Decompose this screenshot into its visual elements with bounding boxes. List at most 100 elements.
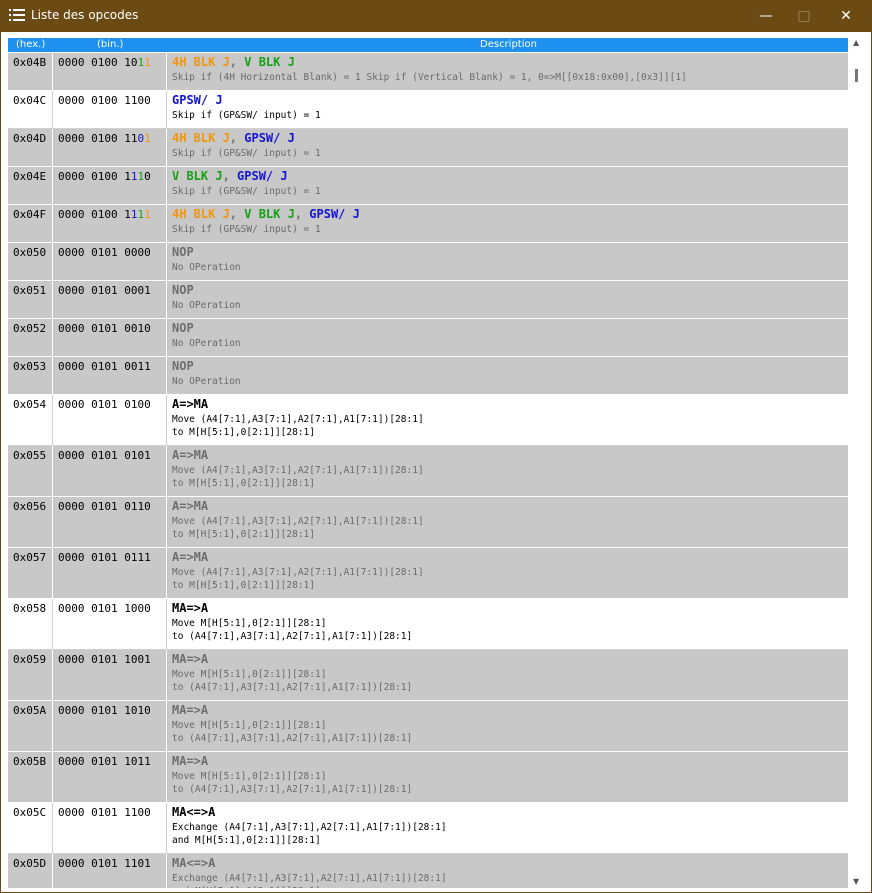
opcode-table[interactable]: (hex.) (bin.) Description 0x04B 0000 0100… xyxy=(8,38,848,888)
table-row[interactable]: 0x051 0000 0101 0001 NOP No OPeration xyxy=(8,281,848,319)
bin-cell: 0000 0101 0011 xyxy=(53,357,167,394)
table-row[interactable]: 0x04F 0000 0100 1111 4H BLK J, V BLK J, GP… xyxy=(8,205,848,243)
description-line: to (A4[7:1],A3[7:1],A2[7:1],A1[7:1])[28:… xyxy=(172,631,413,642)
table-row[interactable]: 0x05D 0000 0101 1101 MA<=>A Exchange (A4[7:… xyxy=(8,854,848,888)
bin-code: 0000 0100 1111 xyxy=(58,208,151,221)
mnemonic: MA=>A xyxy=(172,652,208,666)
description-line: to M[H[5:1],0[2:1]][28:1] xyxy=(172,580,315,591)
description-cell: A=>MA Move (A4[7:1],A3[7:1],A2[7:1],A1[7:… xyxy=(167,497,848,547)
description-cell: NOP No OPeration xyxy=(167,357,848,394)
table-row[interactable]: 0x05A 0000 0101 1010 MA=>A Move M[H[5:1],0[… xyxy=(8,701,848,752)
hex-cell: 0x050 xyxy=(8,243,53,280)
bin-code: 0000 0101 0100 xyxy=(58,398,151,411)
table-row[interactable]: 0x05B 0000 0101 1011 MA=>A Move M[H[5:1],0[… xyxy=(8,752,848,803)
bin-code: 0000 0101 0010 xyxy=(58,322,151,335)
description-line: and M[H[5:1],0[2:1]][28:1] xyxy=(172,835,321,846)
hex-cell: 0x04E xyxy=(8,167,53,204)
table-header: (hex.) (bin.) Description xyxy=(8,38,848,52)
bin-cell: 0000 0101 0110 xyxy=(53,497,167,547)
table-row[interactable]: 0x056 0000 0101 0110 A=>MA Move (A4[7:1],A3… xyxy=(8,497,848,548)
hex-code: 0x05C xyxy=(13,806,47,819)
bin-code: 0000 0101 1011 xyxy=(58,755,151,768)
hex-cell: 0x04C xyxy=(8,91,53,128)
mnemonic-part: , xyxy=(294,207,310,221)
description-line: Skip if (GP&SW/ input) = 1 xyxy=(172,110,321,121)
description-cell: NOP No OPeration xyxy=(167,319,848,356)
table-row[interactable]: 0x055 0000 0101 0101 A=>MA Move (A4[7:1],A3… xyxy=(8,446,848,497)
maximize-button[interactable]: □ xyxy=(781,0,827,32)
table-row[interactable]: 0x058 0000 0101 1000 MA=>A Move M[H[5:1],0[… xyxy=(8,599,848,650)
close-button[interactable]: ✕ xyxy=(823,0,869,32)
mnemonic-part: A=>MA xyxy=(172,499,209,513)
mnemonic-part: GPSW/ J xyxy=(244,131,295,145)
bin-cell: 0000 0100 1110 xyxy=(53,167,167,204)
hex-code: 0x055 xyxy=(13,449,47,462)
mnemonic-part: 4H BLK J xyxy=(172,131,230,145)
table-row[interactable]: 0x052 0000 0101 0010 NOP No OPeration xyxy=(8,319,848,357)
table-row[interactable]: 0x054 0000 0101 0100 A=>MA Move (A4[7:1],A3… xyxy=(8,395,848,446)
description-line: to M[H[5:1],0[2:1]][28:1] xyxy=(172,529,315,540)
column-header-hex[interactable]: (hex.) xyxy=(16,39,45,50)
mnemonic: NOP xyxy=(172,359,194,373)
mnemonic-part: , xyxy=(229,55,245,69)
table-row[interactable]: 0x04B 0000 0100 1011 4H BLK J, V BLK J Skip… xyxy=(8,53,848,91)
bin-code: 0000 0100 1100 xyxy=(58,94,151,107)
description-cell: A=>MA Move (A4[7:1],A3[7:1],A2[7:1],A1[7:… xyxy=(167,395,848,445)
bin-cell: 0000 0101 1000 xyxy=(53,599,167,649)
table-row[interactable]: 0x05C 0000 0101 1100 MA<=>A Exchange (A4[7:… xyxy=(8,803,848,854)
hex-code: 0x050 xyxy=(13,246,47,259)
bin-prefix: 0000 0100 1 xyxy=(58,208,131,221)
mnemonic-part: GPSW/ J xyxy=(309,207,360,221)
description-cell: MA=>A Move M[H[5:1],0[2:1]][28:1] to (A4[7… xyxy=(167,701,848,751)
description-cell: A=>MA Move (A4[7:1],A3[7:1],A2[7:1],A1[7:… xyxy=(167,446,848,496)
list-icon xyxy=(9,9,25,21)
hex-cell: 0x05A xyxy=(8,701,53,751)
minimize-icon: — xyxy=(759,8,773,24)
description-line: Exchange (A4[7:1],A3[7:1],A2[7:1],A1[7:1… xyxy=(172,873,447,884)
scroll-up-icon[interactable]: ▲ xyxy=(853,38,859,47)
mnemonic-part: A=>MA xyxy=(172,397,209,411)
mnemonic: NOP xyxy=(172,283,194,297)
title-bar[interactable]: Liste des opcodes — □ ✕ xyxy=(0,0,872,32)
description-line: to M[H[5:1],0[2:1]][28:1] xyxy=(172,427,315,438)
table-body: 0x04B 0000 0100 1011 4H BLK J, V BLK J Skip… xyxy=(8,53,848,888)
hex-cell: 0x04F xyxy=(8,205,53,242)
table-row[interactable]: 0x04C 0000 0100 1100 GPSW/ J Skip if (GP&SW… xyxy=(8,91,848,129)
scrollbar-thumb[interactable] xyxy=(855,69,858,82)
mnemonic-part: MA<=>A xyxy=(172,805,216,819)
bin-code: 0000 0101 0111 xyxy=(58,551,151,564)
description-cell: MA<=>A Exchange (A4[7:1],A3[7:1],A2[7:1],… xyxy=(167,803,848,853)
description-line: Exchange (A4[7:1],A3[7:1],A2[7:1],A1[7:1… xyxy=(172,822,447,833)
table-row[interactable]: 0x050 0000 0101 0000 NOP No OPeration xyxy=(8,243,848,281)
column-header-bin[interactable]: (bin.) xyxy=(97,39,123,50)
mnemonic-part: MA=>A xyxy=(172,754,209,768)
hex-cell: 0x056 xyxy=(8,497,53,547)
vertical-scrollbar[interactable]: ▲ ▼ xyxy=(850,38,866,888)
description-cell: MA<=>A Exchange (A4[7:1],A3[7:1],A2[7:1],… xyxy=(167,854,848,888)
description-line: Move M[H[5:1],0[2:1]][28:1] xyxy=(172,720,327,731)
column-header-description[interactable]: Description xyxy=(480,39,537,50)
hex-code: 0x04E xyxy=(13,170,47,183)
bin-code: 0000 0101 1001 xyxy=(58,653,151,666)
description-line: Move (A4[7:1],A3[7:1],A2[7:1],A1[7:1])[2… xyxy=(172,516,424,527)
bin-prefix: 0000 0100 11 xyxy=(58,132,138,145)
table-row[interactable]: 0x059 0000 0101 1001 MA=>A Move M[H[5:1],0[… xyxy=(8,650,848,701)
description-cell: V BLK J, GPSW/ J Skip if (GP&SW/ input) =… xyxy=(167,167,848,204)
description-line: Skip if (GP&SW/ input) = 1 xyxy=(172,148,321,159)
description-line: Move M[H[5:1],0[2:1]][28:1] xyxy=(172,618,327,629)
hex-code: 0x058 xyxy=(13,602,47,615)
table-row[interactable]: 0x053 0000 0101 0011 NOP No OPeration xyxy=(8,357,848,395)
table-row[interactable]: 0x057 0000 0101 0111 A=>MA Move (A4[7:1],A3… xyxy=(8,548,848,599)
bin-cell: 0000 0100 1011 xyxy=(53,53,167,90)
bin-code: 0000 0100 1011 xyxy=(58,56,151,69)
bin-code: 0000 0101 0000 xyxy=(58,246,151,259)
table-row[interactable]: 0x04E 0000 0100 1110 V BLK J, GPSW/ J Skip … xyxy=(8,167,848,205)
bin-prefix: 0000 0100 1100 xyxy=(58,94,151,107)
scroll-down-icon[interactable]: ▼ xyxy=(853,877,859,886)
hex-code: 0x04C xyxy=(13,94,47,107)
mnemonic-part: NOP xyxy=(172,359,194,373)
mnemonic-part: GPSW/ J xyxy=(237,169,288,183)
table-row[interactable]: 0x04D 0000 0100 1101 4H BLK J, GPSW/ J Skip… xyxy=(8,129,848,167)
description-cell: NOP No OPeration xyxy=(167,281,848,318)
hex-code: 0x056 xyxy=(13,500,47,513)
